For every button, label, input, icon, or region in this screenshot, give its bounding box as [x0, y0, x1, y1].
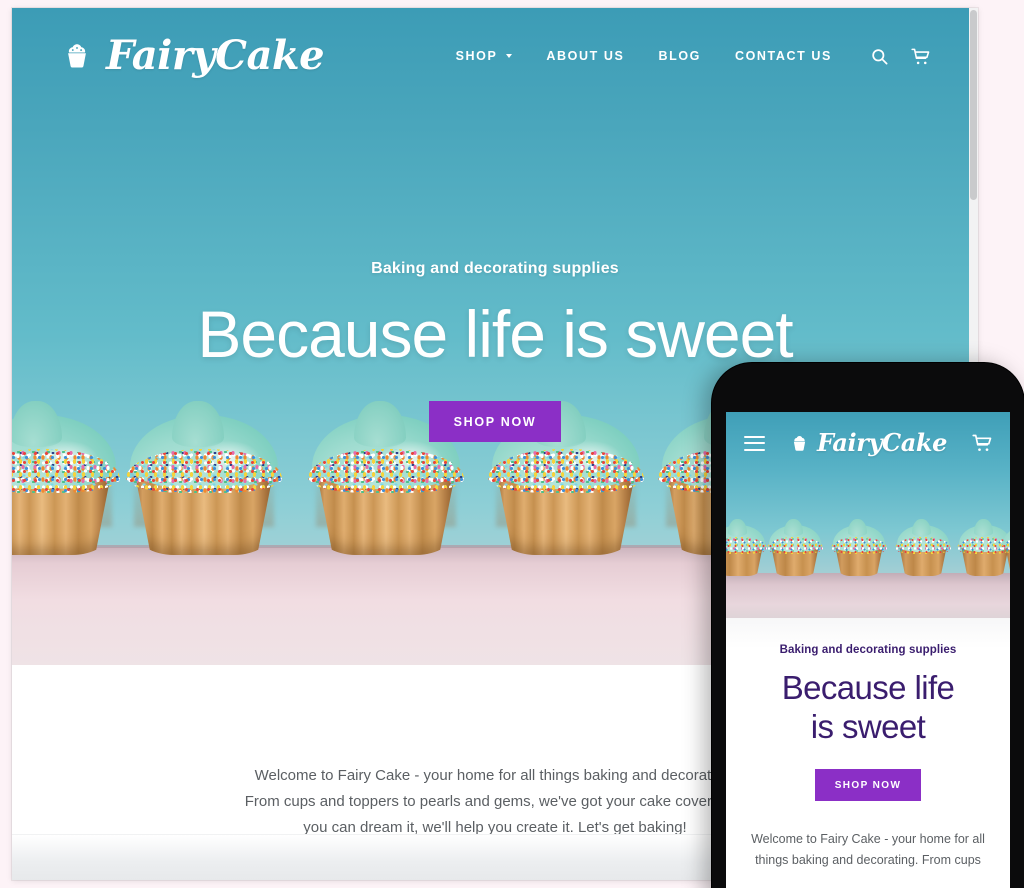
cupcake	[764, 518, 826, 576]
nav-item-blog-label: BLOG	[658, 49, 701, 63]
nav-item-blog[interactable]: BLOG	[658, 49, 701, 63]
cupcake	[828, 518, 890, 576]
desktop-nav-links: SHOP ABOUT US BLOG CONTACT US	[456, 49, 832, 63]
cupcake-icon	[790, 434, 809, 453]
cupcake	[892, 518, 954, 576]
mobile-hero-section: FairyCake	[726, 412, 1010, 618]
desktop-intro-paragraph: Welcome to Fairy Cake - your home for al…	[244, 767, 746, 836]
mobile-hero-title-line-2: is sweet	[810, 707, 926, 745]
shopping-cart-icon[interactable]	[911, 47, 930, 66]
nav-item-contact-us[interactable]: CONTACT US	[735, 49, 832, 63]
brand-logo-link[interactable]: FairyCake	[62, 32, 325, 79]
nav-item-contact-us-label: CONTACT US	[734, 49, 832, 63]
nav-item-about-us[interactable]: ABOUT US	[546, 49, 624, 63]
mobile-hero-title-line-1: Because life	[781, 669, 955, 706]
nav-item-shop[interactable]: SHOP	[456, 49, 513, 63]
phone-screen: FairyCake Baking and decorating supplies…	[726, 412, 1010, 888]
search-icon[interactable]	[870, 47, 889, 66]
mobile-brand-name: FairyCake	[817, 428, 947, 457]
phone-device-mockup: FairyCake Baking and decorating supplies…	[712, 363, 1024, 888]
nav-item-shop-label: SHOP	[455, 49, 498, 63]
desktop-navbar: FairyCake SHOP ABOUT US BLOG CONTACT US	[12, 8, 978, 104]
brand-name: FairyCake	[106, 32, 325, 79]
cupcake-table-surface	[726, 573, 1010, 618]
hero-title: Because life is sweet	[197, 297, 793, 371]
desktop-nav-icons	[870, 47, 930, 66]
cupcake	[998, 518, 1010, 576]
mobile-brand-logo-link[interactable]: FairyCake	[790, 431, 947, 455]
hamburger-menu-icon[interactable]	[744, 435, 765, 451]
shop-now-button[interactable]: SHOP NOW	[428, 400, 562, 442]
mobile-hero-kicker: Baking and decorating supplies	[779, 644, 957, 656]
hero-kicker: Baking and decorating supplies	[371, 260, 619, 277]
mobile-intro-paragraph: Welcome to Fairy Cake - your home for al…	[751, 831, 985, 868]
chevron-down-icon	[506, 54, 513, 58]
shopping-cart-icon[interactable]	[972, 433, 992, 453]
mobile-navbar: FairyCake	[726, 412, 1010, 474]
mobile-hero-title: Because life is sweet	[746, 669, 990, 747]
mobile-hero-cupcake-image	[726, 496, 1010, 618]
nav-item-about-us-label: ABOUT US	[546, 49, 625, 63]
mobile-shop-now-button[interactable]: SHOP NOW	[814, 768, 922, 801]
cupcake-icon	[62, 41, 92, 71]
mobile-hero-copy: Baking and decorating supplies Because l…	[726, 618, 1010, 872]
